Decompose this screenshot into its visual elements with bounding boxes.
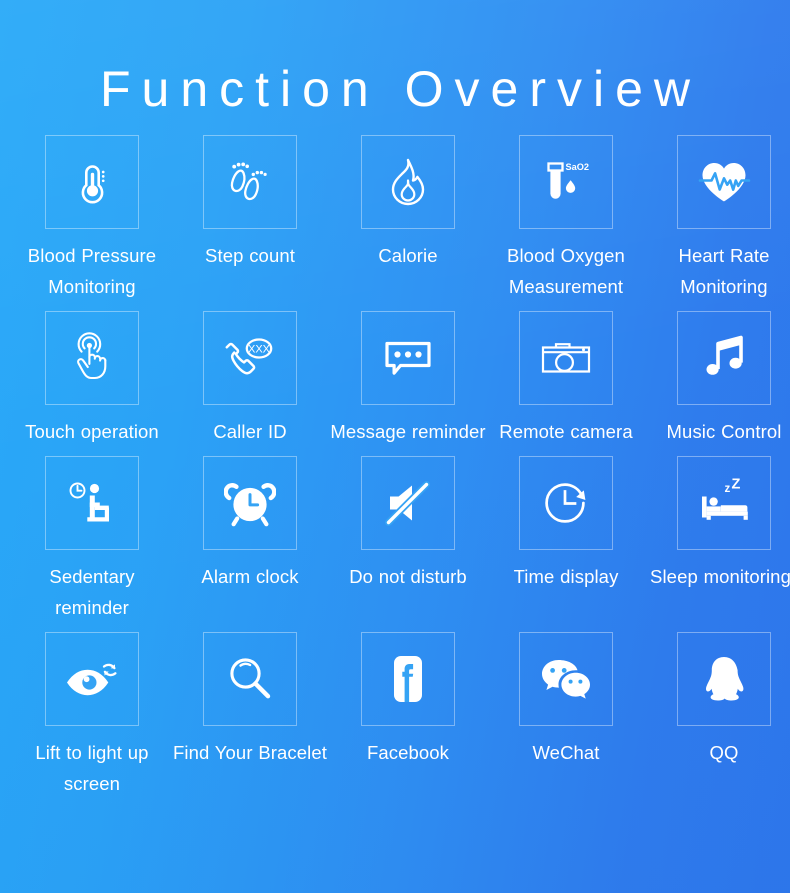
alarm-clock-icon [224, 477, 276, 529]
feature-label: Find Your Bracelet [173, 742, 327, 763]
icon-container [519, 311, 613, 405]
icon-container [45, 135, 139, 229]
sleep-z-large: Z [732, 477, 741, 493]
icon-container [203, 632, 297, 726]
feature-item-message-reminder[interactable]: Message reminder [329, 311, 487, 447]
speech-bubble-icon [381, 335, 435, 381]
feature-item-time-display[interactable]: Time display [487, 456, 645, 592]
hand-tap-icon [67, 332, 117, 384]
clock-arrow-icon [540, 478, 592, 528]
sitting-person-clock-icon [65, 478, 119, 528]
feature-item-facebook[interactable]: Facebook [329, 632, 487, 768]
bed-sleep-icon: z Z [696, 477, 752, 529]
feature-item-wechat[interactable]: WeChat [487, 632, 645, 768]
feature-label: Do not disturb [349, 566, 467, 587]
sao2-label: SaO2 [566, 162, 590, 172]
flame-icon [384, 156, 432, 208]
feature-item-calorie[interactable]: Calorie [329, 135, 487, 271]
feature-label: Time display [513, 566, 619, 587]
feature-item-sleep-monitoring[interactable]: z Z Sleep monitoring [645, 456, 790, 592]
feature-item-heart-rate[interactable]: Heart Rate Monitoring [645, 135, 790, 302]
icon-container: z Z [677, 456, 771, 550]
feature-item-blood-oxygen[interactable]: SaO2 Blood Oxygen Measurement [487, 135, 645, 302]
camera-icon [539, 336, 593, 380]
icon-container [361, 311, 455, 405]
icon-container [45, 311, 139, 405]
feature-label: Sleep monitoring [650, 566, 790, 587]
feature-row: Blood Pressure Monitoring Step count Cal… [0, 135, 790, 302]
feature-item-sedentary-reminder[interactable]: Sedentary reminder [13, 456, 171, 623]
eye-refresh-icon [64, 656, 120, 702]
icon-container: SaO2 [519, 135, 613, 229]
thermometer-icon [67, 157, 117, 207]
feature-label: Lift to light up screen [35, 742, 149, 794]
feature-item-remote-camera[interactable]: Remote camera [487, 311, 645, 447]
icon-container [519, 632, 613, 726]
qq-penguin-icon [699, 653, 749, 705]
magnifier-icon [224, 653, 276, 705]
feature-item-alarm-clock[interactable]: Alarm clock [171, 456, 329, 592]
phone-caller-id-icon: XXX [221, 332, 279, 384]
icon-container [45, 632, 139, 726]
feature-label: Step count [205, 245, 295, 266]
feature-item-blood-pressure[interactable]: Blood Pressure Monitoring [13, 135, 171, 302]
icon-container [677, 135, 771, 229]
facebook-icon [385, 653, 431, 705]
feature-label: Calorie [378, 245, 438, 266]
icon-container [203, 456, 297, 550]
feature-item-music-control[interactable]: Music Control [645, 311, 790, 447]
icon-container: XXX [203, 311, 297, 405]
feature-label: QQ [709, 742, 739, 763]
feature-label: Facebook [366, 742, 450, 763]
feature-label: Blood Oxygen Measurement [507, 245, 625, 297]
wechat-icon [537, 654, 595, 704]
caller-id-xxx-label: XXX [248, 344, 271, 356]
page-title: Function Overview [99, 61, 702, 117]
mute-speaker-icon [382, 478, 434, 528]
icon-container [519, 456, 613, 550]
feature-grid: Blood Pressure Monitoring Step count Cal… [0, 135, 790, 799]
feature-item-caller-id[interactable]: XXX Caller ID [171, 311, 329, 447]
test-tube-sao2-icon: SaO2 [537, 156, 595, 208]
feature-label: Remote camera [499, 421, 633, 442]
feature-item-qq[interactable]: QQ [645, 632, 790, 768]
feature-label: Message reminder [330, 421, 486, 442]
feature-row: Lift to light up screen Find Your Bracel… [0, 632, 790, 799]
icon-container [677, 311, 771, 405]
icon-container [203, 135, 297, 229]
feature-item-step-count[interactable]: Step count [171, 135, 329, 271]
icon-container [677, 632, 771, 726]
icon-container [45, 456, 139, 550]
footprints-icon [223, 157, 277, 207]
feature-item-find-bracelet[interactable]: Find Your Bracelet [171, 632, 329, 768]
feature-label: WeChat [532, 742, 600, 763]
music-note-icon [701, 333, 747, 383]
feature-label: Sedentary reminder [49, 566, 135, 618]
feature-label: Alarm clock [201, 566, 299, 587]
feature-item-touch-operation[interactable]: Touch operation [13, 311, 171, 447]
feature-label: Heart Rate Monitoring [678, 245, 770, 297]
feature-label: Caller ID [213, 421, 287, 442]
feature-item-do-not-disturb[interactable]: Do not disturb [329, 456, 487, 592]
feature-row: Touch operation XXX Caller ID Message re… [0, 311, 790, 447]
heart-pulse-icon [697, 157, 751, 207]
feature-row: Sedentary reminder Alarm clock Do not di… [0, 456, 790, 623]
icon-container [361, 456, 455, 550]
sleep-z-small: z [725, 483, 731, 495]
function-overview-page: Function Overview Blood Pressure Monitor… [0, 0, 790, 893]
icon-container [361, 135, 455, 229]
feature-item-lift-to-light[interactable]: Lift to light up screen [13, 632, 171, 799]
icon-container [361, 632, 455, 726]
feature-label: Blood Pressure Monitoring [27, 245, 157, 297]
feature-label: Touch operation [25, 421, 159, 442]
feature-label: Music Control [666, 421, 782, 442]
